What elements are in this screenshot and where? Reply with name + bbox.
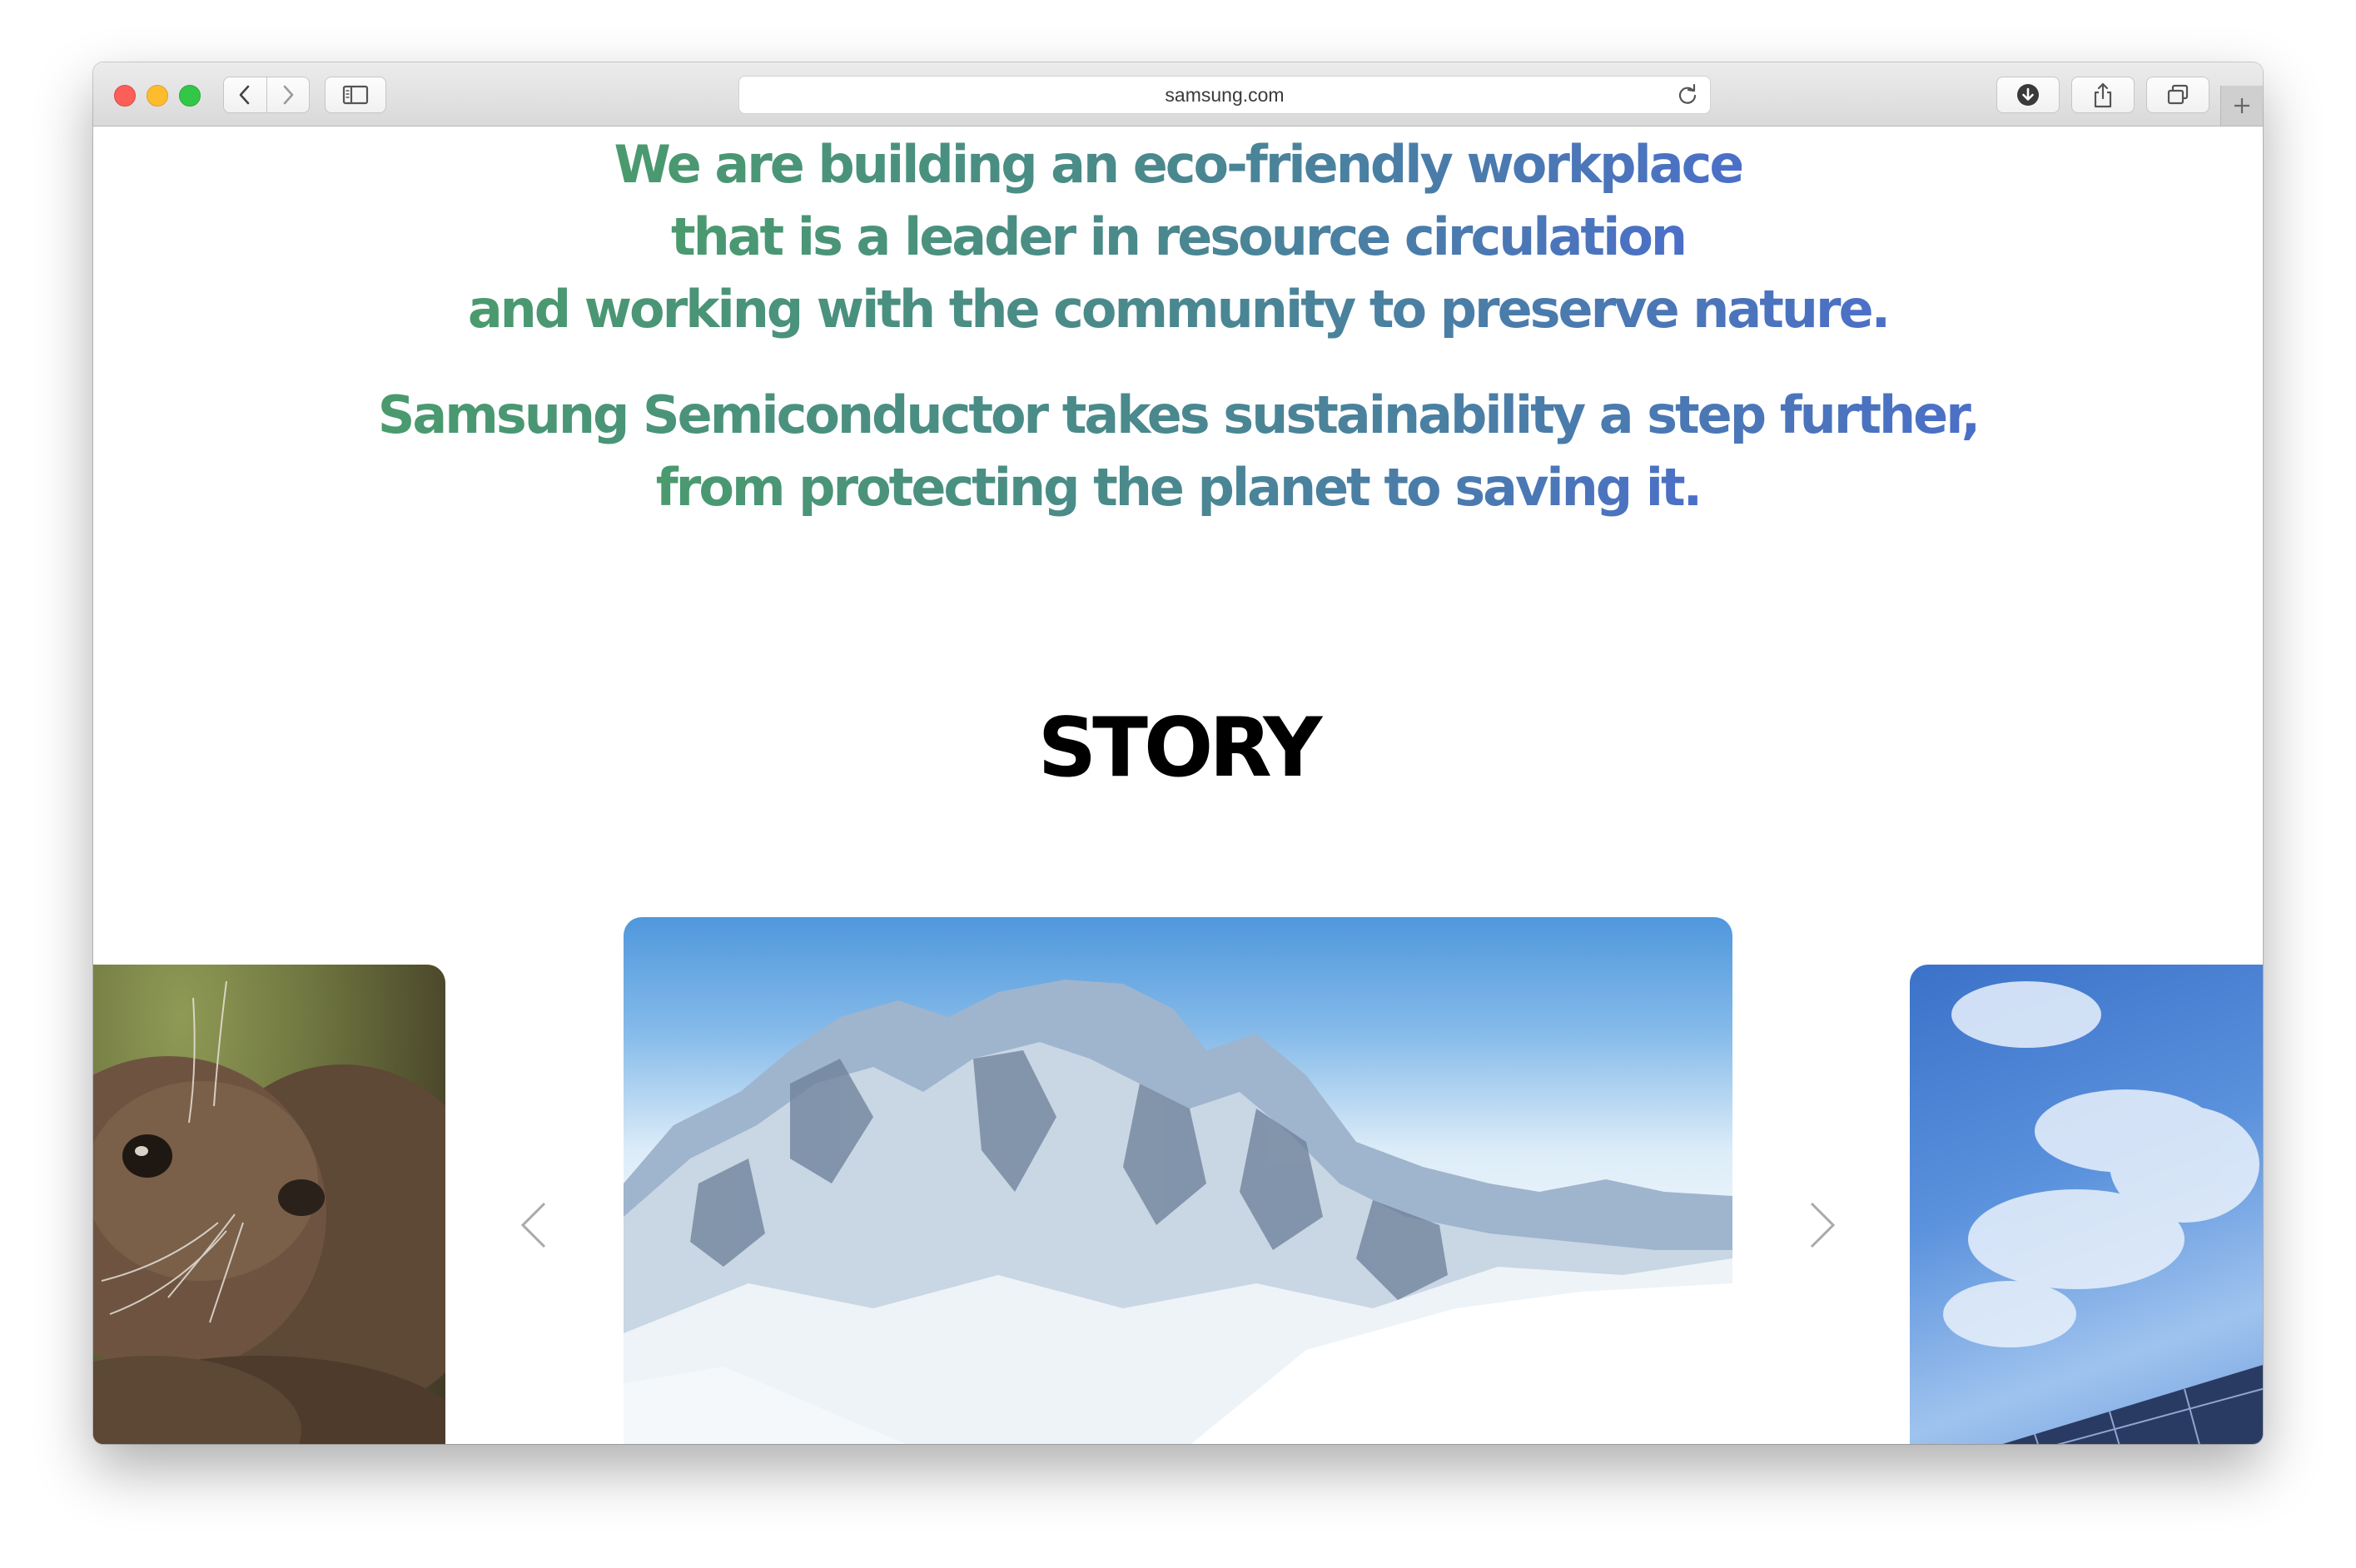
address-url: samsung.com bbox=[1165, 83, 1285, 106]
mission-line-text: We are building an eco-friendly workplac… bbox=[614, 128, 1745, 201]
otter-image bbox=[93, 980, 445, 1444]
mission-line-text: and working with the community to preser… bbox=[468, 273, 1891, 346]
carousel-next-button[interactable] bbox=[1807, 1200, 1840, 1250]
downloads-button[interactable] bbox=[1996, 77, 2060, 113]
mission-line-text: Samsung Semiconductor takes sustainabili… bbox=[378, 379, 1981, 452]
mission-line-text: from protecting the planet to saving it. bbox=[656, 451, 1702, 524]
mission-line: We are building an eco-friendly workplac… bbox=[93, 128, 2263, 201]
mission-line: and working with the community to preser… bbox=[93, 273, 2263, 346]
new-tab-button[interactable] bbox=[2220, 86, 2263, 126]
share-icon bbox=[2094, 82, 2112, 108]
mountain-image bbox=[624, 980, 1732, 1444]
sidebar-toggle-button[interactable] bbox=[325, 77, 386, 113]
story-card-solar[interactable] bbox=[1910, 965, 2263, 1444]
back-button[interactable] bbox=[224, 77, 267, 112]
minimize-window-button[interactable] bbox=[147, 85, 168, 107]
history-navigation bbox=[223, 77, 310, 113]
forward-button[interactable] bbox=[267, 77, 310, 112]
mission-line: that is a leader in resource circulation bbox=[93, 201, 2263, 274]
mission-line: Samsung Semiconductor takes sustainabili… bbox=[93, 379, 2263, 452]
address-bar[interactable]: samsung.com bbox=[738, 76, 1711, 114]
page-content: We are building an eco-friendly workplac… bbox=[93, 127, 2263, 1444]
carousel-prev-button[interactable] bbox=[516, 1200, 549, 1250]
story-card-mountain[interactable] bbox=[624, 917, 1732, 1444]
chevron-left-icon bbox=[520, 1202, 546, 1248]
chevron-right-icon bbox=[283, 85, 294, 105]
mission-line: from protecting the planet to saving it. bbox=[93, 451, 2263, 524]
story-card-otter[interactable] bbox=[93, 965, 445, 1444]
plus-icon bbox=[2234, 98, 2249, 113]
download-icon bbox=[2017, 84, 2039, 106]
reload-icon bbox=[1678, 83, 1697, 104]
close-window-button[interactable] bbox=[114, 85, 136, 107]
browser-window: samsung.com We are building an eco-frien… bbox=[93, 62, 2263, 1444]
zoom-window-button[interactable] bbox=[179, 85, 201, 107]
solar-panel-image bbox=[1943, 981, 2263, 1444]
tabs-overview-icon bbox=[2167, 84, 2189, 105]
story-heading: STORY bbox=[1037, 701, 1323, 796]
chevron-left-icon bbox=[239, 85, 250, 105]
reload-button[interactable] bbox=[1677, 83, 1698, 109]
sidebar-icon bbox=[342, 85, 369, 105]
chevron-right-icon bbox=[1810, 1202, 1836, 1248]
browser-toolbar: samsung.com bbox=[93, 62, 2263, 127]
screen: samsung.com We are building an eco-frien… bbox=[0, 0, 2356, 1568]
tab-overview-button[interactable] bbox=[2146, 77, 2209, 113]
share-button[interactable] bbox=[2071, 77, 2135, 113]
mission-line-text: that is a leader in resource circulation bbox=[671, 201, 1687, 274]
